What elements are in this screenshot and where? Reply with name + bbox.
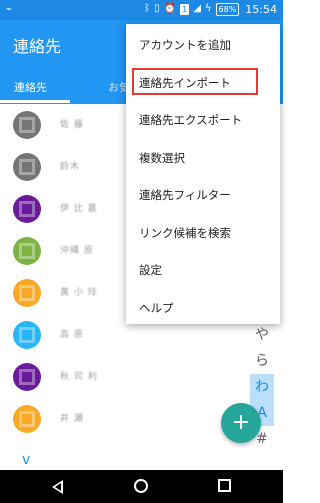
scroll-down-indicator: v: [22, 452, 31, 468]
navigation-bar: [0, 470, 283, 503]
avatar-pattern-icon: [19, 369, 35, 385]
menu-item-label: 連絡先エクスポート: [139, 113, 243, 127]
avatar: [13, 321, 41, 349]
avatar: [13, 405, 41, 433]
vibrate-icon: ▯: [154, 3, 160, 14]
contact-name: 伊 比 嘉: [60, 204, 98, 214]
menu-item[interactable]: 連絡先インポート: [126, 67, 280, 97]
tab-indicator: [0, 100, 70, 103]
menu-item-label: 連絡先フィルター: [139, 188, 231, 202]
contact-name: 沖縄 原: [60, 246, 94, 256]
list-item[interactable]: 秋 司 利: [0, 356, 283, 398]
menu-item[interactable]: 設定: [126, 254, 280, 284]
usb-icon: ⌁: [6, 4, 13, 15]
index-letter[interactable]: や: [250, 322, 274, 348]
contact-name: 高 原: [60, 330, 84, 340]
avatar: [13, 237, 41, 265]
sim-icon: 1: [180, 3, 190, 15]
menu-item[interactable]: アカウントを追加: [126, 29, 280, 59]
signal-icon: ◢: [193, 3, 201, 14]
avatar: [13, 153, 41, 181]
add-contact-button[interactable]: +: [221, 403, 261, 443]
menu-item[interactable]: 複数選択: [126, 142, 280, 172]
clock: 15:54: [245, 2, 277, 16]
menu-item-label: 複数選択: [139, 150, 185, 165]
menu-item-label: リンク候補を検索: [139, 225, 231, 240]
menu-item-label: ヘルプ: [139, 300, 174, 315]
index-letter[interactable]: わ: [250, 374, 274, 400]
charging-icon: ϟ: [204, 3, 212, 14]
avatar: [13, 279, 41, 307]
menu-item[interactable]: リンク候補を検索: [126, 217, 280, 247]
contact-name: 黄 小 玲: [60, 288, 98, 298]
menu-item-label: 設定: [139, 263, 162, 277]
status-bar: ⌁ ᛒ ▯ ⏰ 1 ◢ ϟ 68% 15:54: [0, 0, 283, 20]
recents-icon[interactable]: [218, 479, 231, 492]
avatar-pattern-icon: [19, 411, 35, 427]
avatar-pattern-icon: [19, 159, 35, 175]
menu-item[interactable]: 連絡先フィルター: [126, 179, 280, 209]
menu-item-label: 連絡先インポート: [139, 75, 231, 90]
bluetooth-icon: ᛒ: [144, 3, 151, 14]
avatar: [13, 195, 41, 223]
avatar-pattern-icon: [19, 327, 35, 343]
avatar-pattern-icon: [19, 201, 35, 217]
menu-item-label: アカウントを追加: [139, 38, 231, 52]
contact-name: 井 瀬: [60, 414, 84, 424]
avatar-pattern-icon: [19, 243, 35, 259]
menu-item[interactable]: ヘルプ: [126, 292, 280, 322]
page-title: 連絡先: [13, 37, 62, 56]
index-letter[interactable]: ら: [250, 348, 274, 374]
home-icon[interactable]: [134, 479, 148, 493]
contact-name: 佐 藤: [60, 120, 84, 130]
overflow-menu: アカウントを追加 連絡先インポート 連絡先エクスポート 複数選択連絡先フィルター リンク…: [126, 24, 280, 324]
contact-name: 鈴木: [60, 162, 81, 172]
avatar-pattern-icon: [19, 285, 35, 301]
avatar: [13, 363, 41, 391]
tab-contacts[interactable]: 連絡先: [14, 79, 47, 95]
battery-icon: 68%: [215, 2, 240, 16]
contact-name: 秋 司 利: [60, 372, 98, 382]
menu-item[interactable]: 連絡先エクスポート: [126, 104, 280, 134]
avatar-pattern-icon: [19, 117, 35, 133]
avatar: [13, 111, 41, 139]
alarm-icon: ⏰: [163, 3, 177, 14]
